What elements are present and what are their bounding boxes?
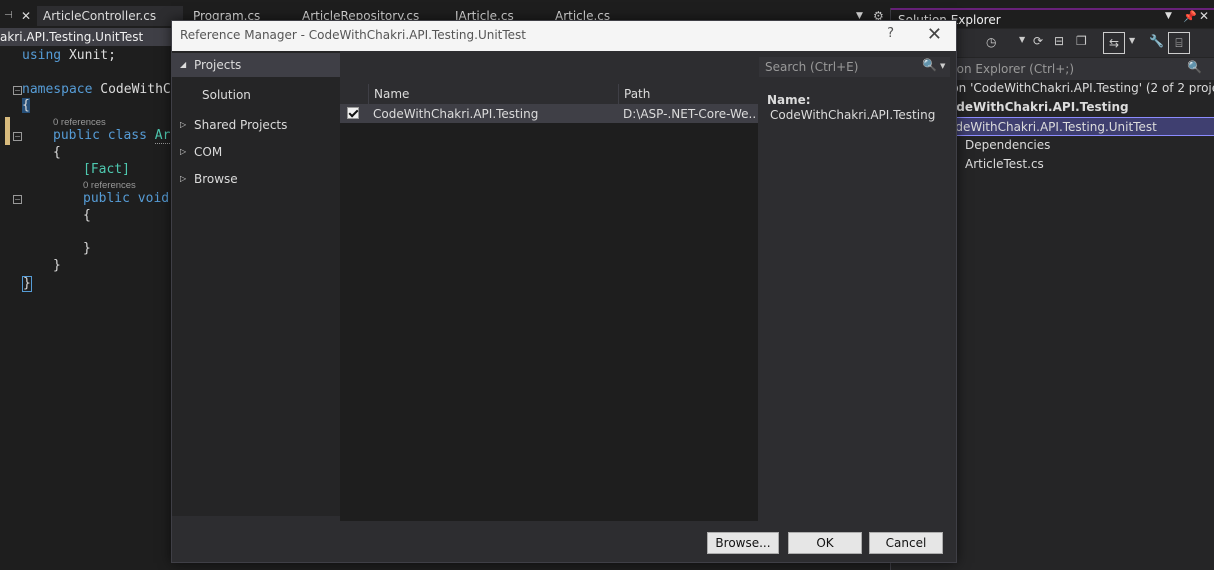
nav-shared-projects[interactable]: ▷ Shared Projects bbox=[172, 113, 340, 137]
fold-namespace-icon[interactable]: − bbox=[13, 86, 22, 95]
codelens-references-method[interactable]: 0 references bbox=[83, 180, 136, 191]
namespace-name: CodeWithCh bbox=[100, 82, 179, 97]
code-line-method: public void bbox=[83, 191, 169, 206]
header-check-column bbox=[340, 84, 368, 104]
se-close-icon[interactable]: ✕ bbox=[1199, 9, 1209, 23]
reference-manager-dialog: Reference Manager - CodeWithChakri.API.T… bbox=[171, 20, 957, 563]
history-icon[interactable]: ◷ bbox=[986, 35, 996, 49]
code-editor[interactable]: akri.API.Testing.UnitTest using Xunit; −… bbox=[0, 28, 179, 570]
collapsed-triangle-icon: ▷ bbox=[180, 174, 187, 183]
reference-checkbox[interactable] bbox=[347, 107, 359, 119]
codelens-references[interactable]: 0 references bbox=[53, 117, 106, 128]
nav-projects-label: Projects bbox=[194, 58, 242, 72]
details-pane: Name: CodeWithChakri.API.Testing bbox=[759, 84, 956, 521]
nav-projects[interactable]: ◢ Projects bbox=[172, 53, 340, 77]
nav-com[interactable]: ▷ COM bbox=[172, 140, 340, 164]
method-public-keyword: public bbox=[83, 191, 130, 206]
details-name-label: Name: bbox=[767, 93, 811, 107]
sync-dropdown-icon[interactable]: ▼ bbox=[1129, 36, 1135, 45]
sync-view-icon[interactable]: ⇆ bbox=[1103, 32, 1125, 54]
fold-class-icon[interactable]: − bbox=[13, 132, 22, 141]
editor-project-dropdown[interactable]: akri.API.Testing.UnitTest bbox=[0, 28, 172, 46]
nav-browse-label: Browse bbox=[194, 172, 238, 186]
reference-grid: Name Path CodeWithChakri.API.Testing D:\… bbox=[340, 84, 758, 521]
change-marker bbox=[5, 117, 10, 145]
expanded-triangle-icon: ◢ bbox=[180, 60, 187, 69]
row-path: D:\ASP-.NET-Core-We... bbox=[623, 107, 756, 121]
help-icon[interactable]: ? bbox=[887, 26, 894, 41]
pin-icon[interactable]: ⊣ bbox=[4, 6, 20, 26]
tab-article-controller[interactable]: ArticleController.cs bbox=[37, 6, 183, 26]
ok-button[interactable]: OK bbox=[788, 532, 862, 554]
grid-row[interactable]: CodeWithChakri.API.Testing D:\ASP-.NET-C… bbox=[340, 105, 758, 123]
collapse-all-icon[interactable]: ⊟ bbox=[1054, 34, 1064, 48]
code-brace-close-class: } bbox=[53, 258, 61, 273]
nav-solution[interactable]: Solution bbox=[172, 83, 340, 107]
code-brace-open-method: { bbox=[83, 208, 91, 223]
close-tab-icon[interactable]: ✕ bbox=[21, 6, 35, 26]
fold-method-icon[interactable]: − bbox=[13, 195, 22, 204]
code-brace-open-class: { bbox=[53, 145, 61, 160]
details-name-value: CodeWithChakri.API.Testing bbox=[770, 108, 936, 122]
nav-com-label: COM bbox=[194, 145, 223, 159]
close-icon[interactable]: ✕ bbox=[927, 24, 942, 45]
code-brace-close-ns: } bbox=[22, 276, 32, 292]
se-search-icon[interactable]: 🔍 bbox=[1187, 60, 1202, 74]
properties-wrench-icon[interactable]: 🔧 bbox=[1149, 34, 1164, 48]
code-line-class: public class Art bbox=[53, 128, 179, 144]
history-dropdown-icon[interactable]: ▼ bbox=[1019, 35, 1025, 44]
namespace-keyword: namespace bbox=[22, 82, 93, 97]
code-brace-close-method: } bbox=[83, 241, 91, 256]
reference-nav: ◢ Projects Solution ▷ Shared Projects ▷ … bbox=[172, 51, 340, 516]
dialog-title: Reference Manager - CodeWithChakri.API.T… bbox=[172, 21, 956, 51]
code-brace-open-ns: { bbox=[22, 98, 30, 113]
refresh-icon[interactable]: ⟳ bbox=[1033, 34, 1043, 48]
search-options-dropdown-icon[interactable]: ▼ bbox=[940, 62, 945, 70]
grid-header: Name Path bbox=[340, 84, 758, 105]
preview-icon[interactable]: ⌸ bbox=[1168, 32, 1190, 54]
void-keyword: void bbox=[137, 191, 170, 206]
header-path[interactable]: Path bbox=[618, 84, 758, 104]
cancel-button[interactable]: Cancel bbox=[869, 532, 943, 554]
nav-browse[interactable]: ▷ Browse bbox=[172, 167, 340, 191]
code-line-using: using Xunit; bbox=[22, 48, 116, 63]
collapsed-triangle-icon: ▷ bbox=[180, 147, 187, 156]
header-name[interactable]: Name bbox=[368, 84, 618, 104]
nav-shared-projects-label: Shared Projects bbox=[194, 118, 288, 132]
nav-solution-label: Solution bbox=[202, 88, 251, 102]
using-keyword: using bbox=[22, 48, 62, 63]
row-name: CodeWithChakri.API.Testing bbox=[373, 107, 539, 121]
using-namespace: Xunit; bbox=[68, 48, 116, 63]
collapsed-triangle-icon: ▷ bbox=[180, 120, 187, 129]
code-line-namespace: namespace CodeWithCh bbox=[22, 82, 179, 97]
public-keyword: public bbox=[53, 128, 100, 143]
se-pin-icon[interactable]: 📌 bbox=[1183, 10, 1197, 23]
search-icon[interactable]: 🔍 bbox=[922, 58, 937, 72]
show-all-files-icon[interactable]: ❐ bbox=[1076, 34, 1087, 48]
class-keyword: class bbox=[107, 128, 147, 143]
fact-attribute: [Fact] bbox=[83, 162, 130, 177]
browse-button[interactable]: Browse... bbox=[707, 532, 779, 554]
se-dropdown-icon[interactable]: ▼ bbox=[1165, 11, 1172, 21]
